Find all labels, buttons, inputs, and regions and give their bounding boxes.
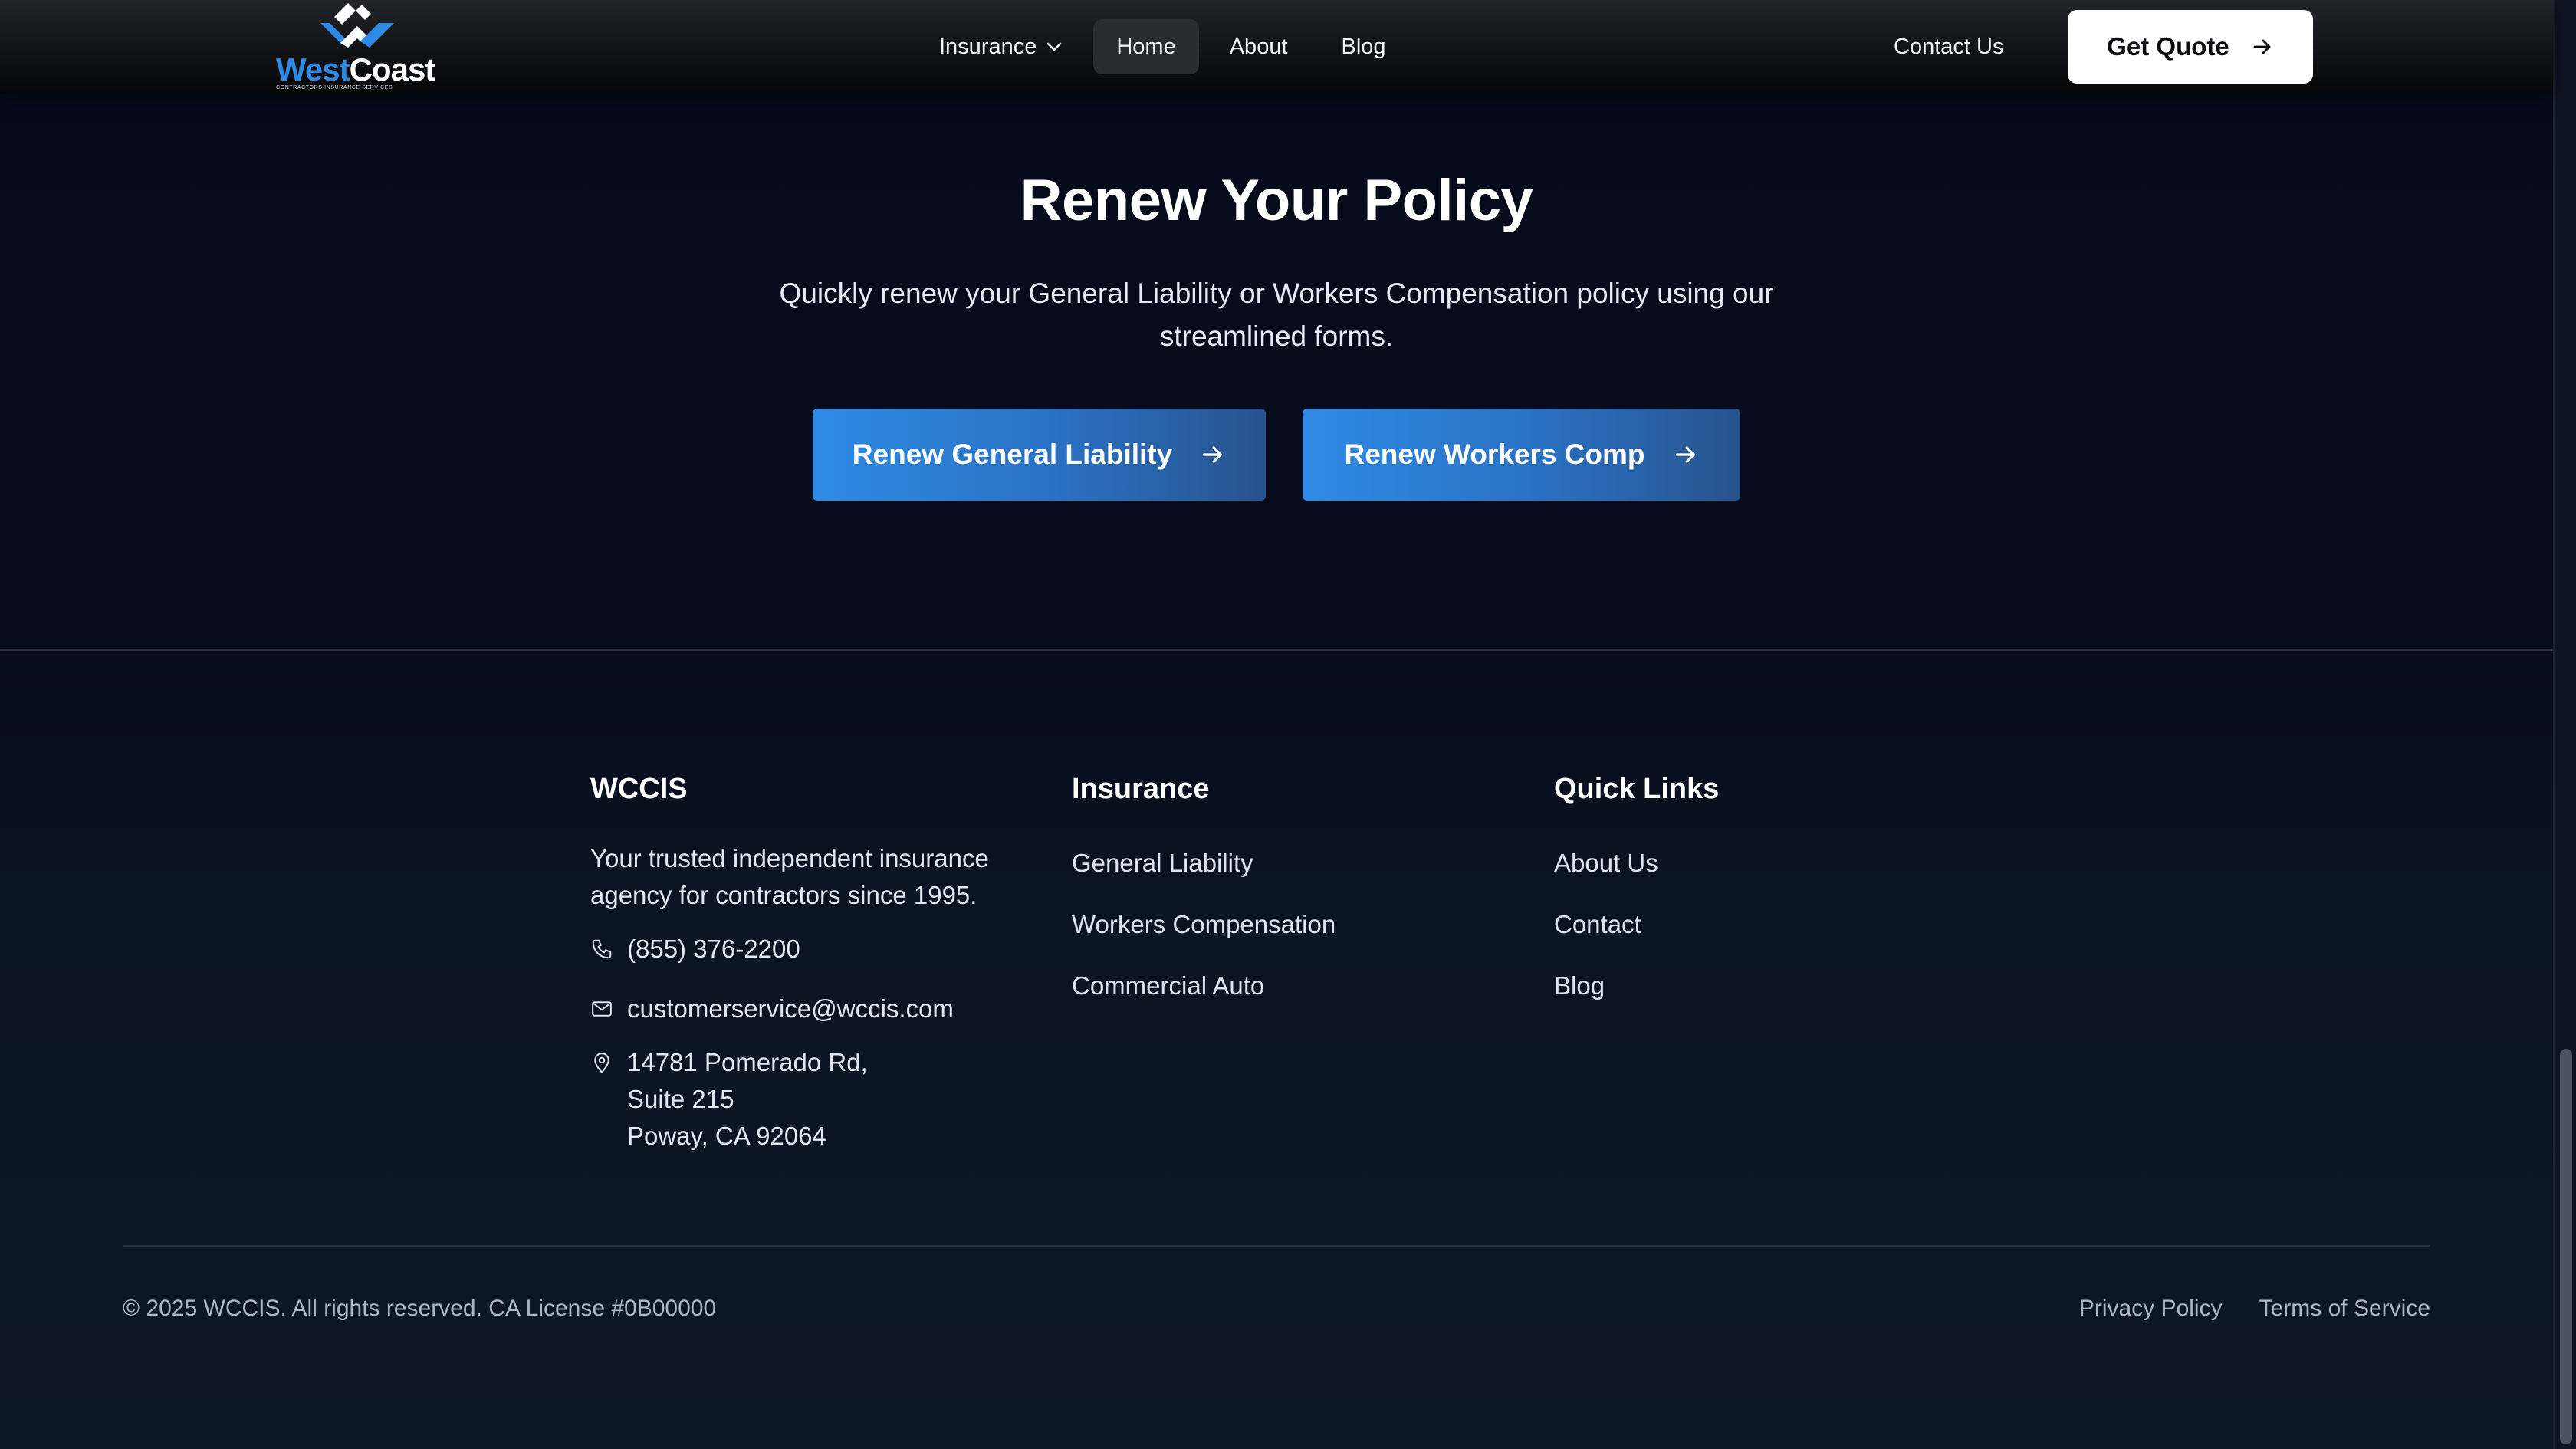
legal-links: Privacy Policy Terms of Service bbox=[2079, 1296, 2430, 1322]
footer-insurance-column: Insurance General Liability Workers Comp… bbox=[1072, 774, 1501, 1004]
renew-workers-comp-button[interactable]: Renew Workers Comp bbox=[1303, 409, 1740, 501]
mail-icon bbox=[592, 1001, 612, 1017]
nav-blog[interactable]: Blog bbox=[1319, 19, 1409, 74]
privacy-policy-link[interactable]: Privacy Policy bbox=[2079, 1296, 2223, 1322]
get-quote-label: Get Quote bbox=[2107, 32, 2229, 61]
footer-insurance-links: General Liability Workers Compensation C… bbox=[1072, 845, 1501, 1004]
arrow-right-icon bbox=[2253, 39, 2271, 54]
footer-link-about-us[interactable]: About Us bbox=[1554, 845, 1983, 881]
address-line: 14781 Pomerado Rd, bbox=[627, 1048, 868, 1076]
footer-phone-text: (855) 376-2200 bbox=[627, 935, 800, 963]
footer-quick-links: About Us Contact Blog bbox=[1554, 845, 1983, 1004]
logo-wordmark: WestCoast bbox=[276, 51, 435, 87]
map-pin-icon bbox=[594, 1053, 610, 1073]
page-scrollbar[interactable] bbox=[2553, 0, 2576, 1449]
terms-of-service-link[interactable]: Terms of Service bbox=[2259, 1296, 2430, 1322]
footer-link-contact[interactable]: Contact bbox=[1554, 906, 1983, 942]
get-quote-button[interactable]: Get Quote bbox=[2068, 10, 2313, 84]
copyright-text: © 2025 WCCIS. All rights reserved. CA Li… bbox=[123, 1296, 717, 1321]
westcoast-logo-mark-icon bbox=[320, 3, 394, 48]
page: WestCoast CONTRACTORS INSURANCE SERVICES… bbox=[0, 0, 2576, 1449]
footer-link-general-liability[interactable]: General Liability bbox=[1072, 845, 1501, 881]
site-header: WestCoast CONTRACTORS INSURANCE SERVICES… bbox=[0, 0, 2553, 94]
phone-icon bbox=[592, 939, 612, 959]
renew-subtitle: Quickly renew your General Liability or … bbox=[779, 278, 1774, 352]
footer-email[interactable]: customerservice@wccis.com bbox=[590, 991, 1020, 1027]
footer-insurance-title: Insurance bbox=[1072, 773, 1210, 805]
footer-address: 14781 Pomerado Rd, Suite 215 Poway, CA 9… bbox=[590, 1044, 1020, 1155]
renew-general-liability-label: Renew General Liability bbox=[852, 439, 1173, 470]
nav-contact-us[interactable]: Contact Us bbox=[1871, 18, 2026, 75]
footer-quick-links-column: Quick Links About Us Contact Blog bbox=[1554, 774, 1983, 1004]
footer-about-text: Your trusted independent insurance agenc… bbox=[590, 844, 989, 909]
arrow-right-icon bbox=[1203, 446, 1222, 463]
arrow-right-icon bbox=[1675, 446, 1695, 463]
nav-home[interactable]: Home bbox=[1093, 19, 1199, 74]
section-divider bbox=[0, 649, 2553, 651]
nav-about[interactable]: About bbox=[1207, 19, 1311, 74]
logo-tagline: CONTRACTORS INSURANCE SERVICES bbox=[276, 85, 393, 90]
footer-about-column: WCCIS Your trusted independent insurance… bbox=[590, 774, 1020, 1155]
renew-general-liability-button[interactable]: Renew General Liability bbox=[813, 409, 1266, 501]
footer-link-workers-compensation[interactable]: Workers Compensation bbox=[1072, 906, 1501, 942]
footer-link-commercial-auto[interactable]: Commercial Auto bbox=[1072, 968, 1501, 1004]
scrollbar-thumb[interactable] bbox=[2560, 1049, 2572, 1444]
footer-email-text: customerservice@wccis.com bbox=[627, 994, 954, 1023]
address-line: Poway, CA 92064 bbox=[627, 1122, 826, 1150]
footer-phone[interactable]: (855) 376-2200 bbox=[590, 931, 1020, 968]
footer-link-blog[interactable]: Blog bbox=[1554, 968, 1983, 1004]
footer-quick-links-title: Quick Links bbox=[1554, 773, 1720, 805]
site-logo[interactable]: WestCoast CONTRACTORS INSURANCE SERVICES bbox=[276, 0, 437, 94]
renew-workers-comp-label: Renew Workers Comp bbox=[1344, 439, 1645, 470]
main-nav: Insurance Home About Blog bbox=[916, 18, 1409, 75]
renew-title: Renew Your Policy bbox=[1020, 168, 1533, 233]
address-line: Suite 215 bbox=[627, 1085, 734, 1113]
nav-insurance-dropdown[interactable]: Insurance bbox=[916, 19, 1086, 74]
footer-about-title: WCCIS bbox=[590, 773, 688, 805]
chevron-down-icon bbox=[1047, 42, 1062, 51]
nav-insurance-label: Insurance bbox=[939, 34, 1037, 59]
footer-address-lines: 14781 Pomerado Rd, Suite 215 Poway, CA 9… bbox=[627, 1044, 868, 1155]
footer-divider bbox=[123, 1245, 2430, 1247]
